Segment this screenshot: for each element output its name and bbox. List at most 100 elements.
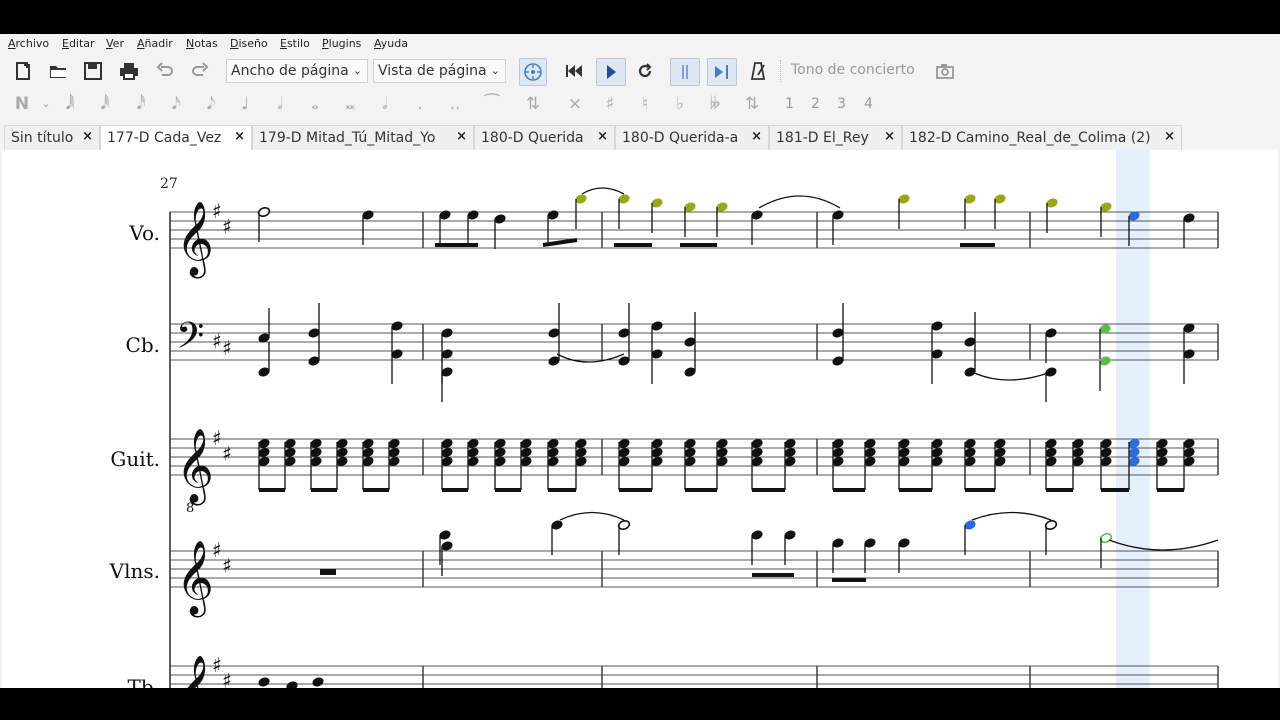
flip-stem-icon[interactable]: ⇅ (740, 94, 764, 114)
duration-breve-icon[interactable]: 𝅜 (338, 94, 362, 114)
close-icon[interactable]: × (1164, 129, 1175, 144)
menu-plugins[interactable]: Plugins (322, 37, 361, 50)
loop-out-icon[interactable] (707, 58, 737, 86)
score-tab-bar: Sin título × 177-D Cada_Vez × 179-D Mitad_… (0, 124, 1280, 150)
print-icon[interactable] (116, 58, 142, 84)
tab-label: 177-D Cada_Vez (107, 130, 222, 146)
clef: 𝄞 (176, 541, 214, 618)
chevron-down-icon: ⌄ (352, 64, 362, 77)
tie (758, 195, 841, 209)
close-icon[interactable]: × (234, 129, 245, 144)
key-signature-sharp: ♯ (222, 336, 232, 360)
new-file-icon[interactable] (10, 58, 36, 84)
musescore-window: Archivo Editar Ver Añadir Notas Diseño E… (0, 34, 1280, 688)
clef: 𝄞 (176, 656, 214, 688)
tab-cada-vez[interactable]: 177-D Cada_Vez × (100, 125, 252, 150)
chevron-down-icon: ⌄ (490, 64, 500, 77)
tab-label: 182-D Camino_Real_de_Colima (2) (909, 130, 1151, 146)
duration-whole-icon[interactable]: 𝅝 (303, 94, 327, 114)
duration-quarter-icon[interactable]: ♩ (233, 94, 257, 114)
key-signature-sharp: ♯ (222, 442, 232, 466)
duration-longa-icon[interactable]: 𝅗𝅥 (373, 94, 397, 114)
tab-querida[interactable]: 180-D Querida × (474, 125, 615, 150)
close-icon[interactable]: × (82, 129, 93, 144)
duration-half-icon[interactable]: 𝅗𝅥 (268, 94, 292, 114)
tie-icon[interactable]: ⁀ (480, 94, 504, 114)
loop-in-icon[interactable] (670, 58, 700, 86)
flip-direction-icon[interactable]: ⇅ (521, 94, 545, 114)
voice-1-button[interactable]: 1 (785, 96, 794, 112)
measure-number: 27 (160, 176, 178, 192)
tab-querida-a[interactable]: 180-D Querida-a × (615, 125, 769, 150)
menu-ayuda[interactable]: Ayuda (374, 37, 408, 50)
tab-mitad-tu-mitad-yo[interactable]: 179-D Mitad_Tú_Mitad_Yo × (252, 125, 474, 150)
duration-32nd-icon[interactable]: 𝅘𝅥𝅰 (129, 94, 153, 114)
clef: 𝄢 (176, 315, 204, 366)
rewind-icon[interactable] (561, 58, 587, 84)
close-icon[interactable]: × (751, 129, 762, 144)
clef: 𝄞 (176, 202, 214, 279)
open-folder-icon[interactable] (45, 58, 71, 84)
score-page[interactable]: 27 Vo. Cb. Guit. Vlns. Tb. 8 𝄞♯♯𝄢 ♯ ♯𝄞♯♯𝄞♯… (2, 150, 1278, 688)
key-signature-sharp: ♯ (212, 653, 222, 677)
close-icon[interactable]: × (456, 129, 467, 144)
tab-label: Sin título (11, 130, 74, 146)
duration-64th-icon[interactable]: 𝅘𝅥𝅱 (93, 94, 117, 114)
duration-16th-icon[interactable]: 𝅘𝅥𝅯 (164, 94, 188, 114)
staff-system: 𝄞♯♯𝄢♯♯𝄞♯♯𝄞♯♯𝄞♯♯ (169, 187, 1219, 689)
key-signature-sharp: ♯ (212, 199, 222, 223)
note-input-mode-icon[interactable]: N (10, 94, 34, 114)
view-mode-select[interactable]: Vista de página ⌄ (373, 59, 506, 83)
duration-128th-icon[interactable]: 𝅘𝅥𝅲 (58, 94, 82, 114)
menu-anadir[interactable]: Añadir (137, 37, 173, 50)
key-signature-sharp: ♯ (212, 426, 222, 450)
score-canvas[interactable]: 27 Vo. Cb. Guit. Vlns. Tb. 8 𝄞 ♯ ♯ 𝄢 ♯ ♯ 𝄞 ♯ ♯ 𝄞 ♯… (2, 150, 1278, 688)
duration-eighth-icon[interactable]: 𝅘𝅥𝅮 (199, 94, 223, 114)
tab-label: 180-D Querida (481, 130, 584, 146)
instrument-label-vo: Vo. (128, 221, 160, 245)
save-icon[interactable] (80, 58, 106, 84)
double-dot-icon[interactable]: .. (443, 94, 467, 114)
note-input-toolbar: N ⌄ 𝅘𝅥𝅲 𝅘𝅥𝅱 𝅘𝅥𝅰 𝅘𝅥𝅯 𝅘𝅥𝅮 ♩ 𝅗𝅥 𝅝 𝅜 𝅗𝅥 . ..… (0, 88, 1280, 120)
metronome-icon[interactable] (745, 58, 771, 84)
key-signature-sharp: ♯ (222, 669, 232, 689)
close-icon[interactable]: × (884, 129, 895, 144)
mixer-icon[interactable] (519, 58, 547, 86)
menu-estilo[interactable]: Estilo (280, 37, 310, 50)
chevron-down-icon[interactable]: ⌄ (34, 97, 58, 110)
menu-ver[interactable]: Ver (106, 37, 124, 50)
voice-4-button[interactable]: 4 (864, 96, 873, 112)
augmentation-dot-icon[interactable]: . (408, 94, 432, 114)
menu-notas[interactable]: Notas (186, 37, 218, 50)
natural-icon[interactable]: ♮ (633, 94, 657, 114)
double-sharp-icon[interactable]: × (563, 94, 587, 114)
undo-icon[interactable] (152, 58, 178, 84)
tab-sin-titulo[interactable]: Sin título × (4, 125, 100, 150)
loop-icon[interactable] (632, 58, 658, 84)
key-signature-sharp: ♯ (222, 215, 232, 239)
play-icon[interactable] (596, 58, 626, 86)
redo-icon[interactable] (187, 58, 213, 84)
concert-pitch-toggle[interactable]: Tono de concierto (791, 62, 915, 78)
menu-editar[interactable]: Editar (62, 37, 95, 50)
key-signature-sharp: ♯ (212, 329, 222, 353)
flat-icon[interactable]: ♭ (668, 94, 692, 114)
whole-rest (320, 569, 336, 575)
playback-cursor (1116, 150, 1150, 688)
voice-3-button[interactable]: 3 (837, 96, 846, 112)
instrument-label-vlns: Vlns. (109, 559, 160, 583)
close-icon[interactable]: × (597, 129, 608, 144)
menu-diseno[interactable]: Diseño (230, 37, 268, 50)
menu-bar: Archivo Editar Ver Añadir Notas Diseño E… (0, 34, 1280, 54)
tab-camino-real-de-colima[interactable]: 182-D Camino_Real_de_Colima (2) × (902, 125, 1182, 150)
tab-el-rey[interactable]: 181-D El_Rey × (769, 125, 902, 150)
double-flat-icon[interactable]: 𝄫 (703, 94, 727, 114)
tab-label: 179-D Mitad_Tú_Mitad_Yo (259, 130, 436, 146)
tie (581, 187, 625, 195)
voice-2-button[interactable]: 2 (811, 96, 820, 112)
sharp-icon[interactable]: ♯ (598, 94, 622, 114)
camera-icon[interactable] (932, 58, 958, 84)
menu-archivo[interactable]: Archivo (8, 37, 49, 50)
view-mode-value: Vista de página (378, 63, 487, 79)
zoom-select[interactable]: Ancho de página ⌄ (226, 59, 368, 83)
